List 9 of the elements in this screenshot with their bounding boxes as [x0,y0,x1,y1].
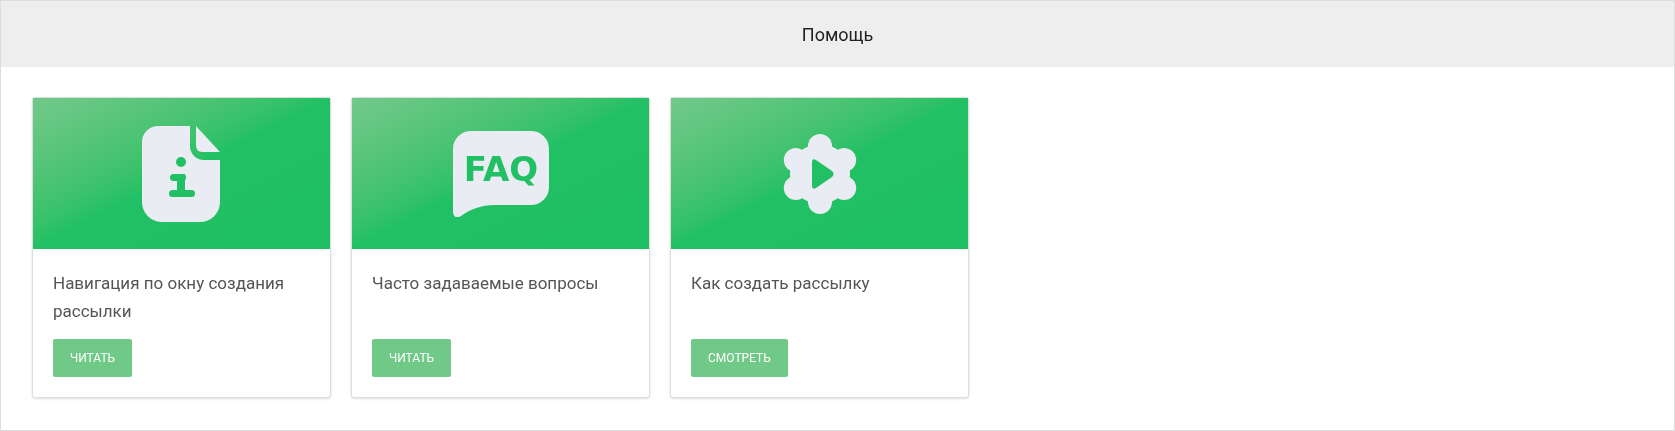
card-title: Часто задаваемые вопросы [372,272,600,295]
card-button[interactable]: СМОТРЕТЬ [691,339,788,377]
card-title: Как создать рассылку [691,272,871,295]
card-button[interactable]: ЧИТАТЬ [372,339,452,377]
document-info-icon [141,125,222,222]
faq-bubble-icon: FAQ [452,130,549,217]
page-title: Помощь [801,22,874,47]
card-title: Навигация по окну создания рассылки [53,272,286,323]
card-button[interactable]: ЧИТАТЬ [53,339,133,377]
